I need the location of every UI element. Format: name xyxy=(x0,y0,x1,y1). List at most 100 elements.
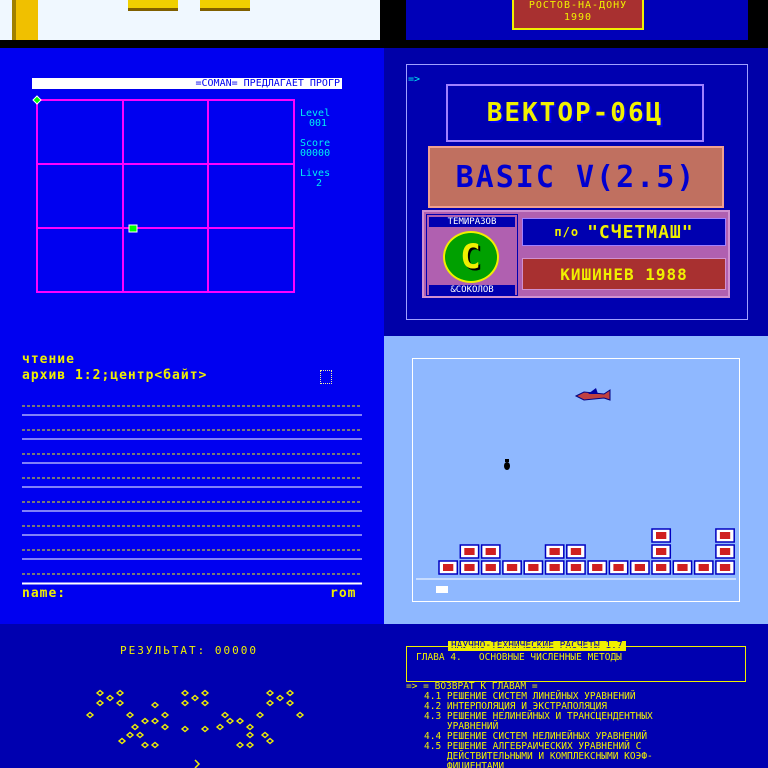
building-window xyxy=(570,548,582,555)
target-dot xyxy=(295,711,305,719)
target-dot xyxy=(200,689,210,697)
building-window xyxy=(592,564,603,571)
building-window xyxy=(656,548,667,555)
target-dot xyxy=(180,689,190,697)
target-dot xyxy=(95,699,105,707)
company-name: "СЧЕТМАШ" xyxy=(587,221,694,243)
target-dot xyxy=(140,717,150,725)
menu-item[interactable]: ФИЦИЕНТАМИ xyxy=(424,762,653,768)
player-marker xyxy=(32,95,42,105)
city-buildings xyxy=(416,528,736,580)
target-dot xyxy=(160,711,170,719)
building-window xyxy=(549,564,560,571)
company-box: п/о "СЧЕТМАШ" xyxy=(522,218,726,246)
building-window xyxy=(570,564,582,571)
dot-pattern xyxy=(85,689,305,768)
target-dot xyxy=(115,699,125,707)
target-dot xyxy=(180,699,190,707)
target-dot xyxy=(95,689,105,697)
target-dot xyxy=(130,723,140,731)
building-window xyxy=(464,564,475,571)
target-dot xyxy=(190,694,200,702)
level-value: 001 xyxy=(309,118,328,129)
basic-banner: BASIC V(2.5) xyxy=(428,146,724,208)
building-window xyxy=(719,564,731,571)
building-window xyxy=(485,564,496,571)
tile-basic-title: => ВЕКТОР-06Ц BASIC V(2.5) ТЕМИРАЗОВ С &… xyxy=(384,48,768,336)
target-dot xyxy=(245,731,255,739)
target-dot xyxy=(225,717,235,725)
logo-letter: С xyxy=(460,237,482,277)
target-dot xyxy=(220,711,230,719)
building-window xyxy=(698,564,709,571)
basic-version: BASIC V(2.5) xyxy=(455,159,697,195)
authors-box: ТЕМИРАЗОВ С &СОКОЛОВ xyxy=(426,214,518,296)
building-window xyxy=(656,532,667,539)
building-window xyxy=(677,564,688,571)
yellow-shape-right xyxy=(200,0,250,11)
city-year-box: КИШИНЕВ 1988 xyxy=(522,258,726,290)
building-window xyxy=(506,564,518,571)
target-dot xyxy=(285,689,295,697)
target-dot xyxy=(235,741,245,749)
target-dot xyxy=(275,694,285,702)
building-window xyxy=(719,548,731,555)
vector-banner: ВЕКТОР-06Ц xyxy=(446,84,704,142)
target-dot xyxy=(180,725,190,733)
city-year: КИШИНЕВ 1988 xyxy=(560,264,688,284)
company-prefix: п/о xyxy=(554,225,580,239)
target-dot xyxy=(215,723,225,731)
target-dot xyxy=(200,699,210,707)
target-dot xyxy=(125,711,135,719)
lives-value: 2 xyxy=(316,178,323,189)
target-dot xyxy=(115,689,125,697)
vector-title: ВЕКТОР-06Ц xyxy=(486,98,664,128)
building-window xyxy=(719,532,731,539)
building-window xyxy=(549,548,560,555)
tile-bomber-game xyxy=(384,336,768,624)
author-2: &СОКОЛОВ xyxy=(429,285,515,295)
target-dot xyxy=(135,731,145,739)
target-dot xyxy=(125,731,135,739)
target-dot xyxy=(265,699,275,707)
target-dot xyxy=(255,711,265,719)
building-window xyxy=(443,564,454,571)
ground-indicator xyxy=(436,586,448,593)
data-lines xyxy=(22,405,362,585)
yellow-shape-left xyxy=(128,0,178,11)
target-dot xyxy=(85,711,95,719)
target-dot xyxy=(140,741,150,749)
target-dot xyxy=(235,717,245,725)
building-window xyxy=(634,564,645,571)
building-window xyxy=(464,548,475,555)
building-window xyxy=(613,564,624,571)
building-window xyxy=(528,564,539,571)
tower-sprite xyxy=(12,0,38,40)
score-value: 00000 xyxy=(300,148,331,159)
target-dot xyxy=(245,741,255,749)
credit-city: РОСТОВ-НА-ДОНУ xyxy=(528,0,628,11)
target-dot xyxy=(245,723,255,731)
credit-year: 1990 xyxy=(563,12,593,23)
tile-tape-loader: чтение архив 1:2;центр<байт> name: rom xyxy=(0,336,384,624)
target-dot xyxy=(160,723,170,731)
target-dot xyxy=(265,737,275,745)
menu-list: 4.1 РЕШЕНИЕ СИСТЕМ ЛИНЕЙНЫХ УРАВНЕНИЙ 4.2… xyxy=(424,692,653,768)
building-window xyxy=(656,564,667,571)
tile-top-left xyxy=(0,0,384,48)
target-dot xyxy=(105,694,115,702)
target-dot xyxy=(200,725,210,733)
tile-top-right: РОСТОВ-НА-ДОНУ 1990 xyxy=(384,0,768,48)
enemy-marker xyxy=(128,224,138,233)
target-dot xyxy=(117,737,127,745)
target-dot xyxy=(260,731,270,739)
name-label: name: xyxy=(22,586,67,601)
rom-label: rom xyxy=(330,586,357,601)
credit-box: РОСТОВ-НА-ДОНУ 1990 xyxy=(512,0,644,30)
playfield-grid xyxy=(32,95,295,293)
player-ship xyxy=(194,759,201,768)
tile-grid-game: =COMAN= ПРЕДЛАГАЕТ ПРОГР Level 001 Score… xyxy=(0,48,384,336)
target-dot xyxy=(285,699,295,707)
prompt: => xyxy=(408,74,421,85)
tile-numeric-menu: НАУЧНО-ТЕХНИЧЕСКИЕ РАСЧЕТЫ 1.7 ГЛАВА 4. … xyxy=(384,624,768,768)
